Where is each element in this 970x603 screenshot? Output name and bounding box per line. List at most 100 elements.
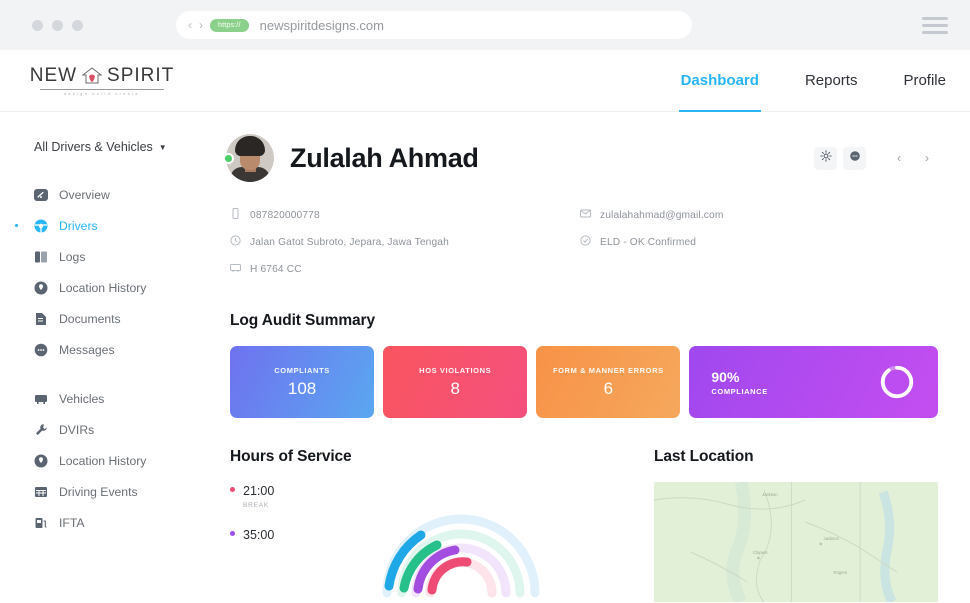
wrench-icon	[34, 423, 48, 437]
avatar[interactable]	[223, 134, 274, 182]
svg-text:Clopers: Clopers	[753, 550, 768, 555]
svg-text:Jackson: Jackson	[823, 536, 839, 541]
forward-icon[interactable]: ›	[199, 19, 203, 31]
meta-value: 087820000778	[250, 209, 320, 221]
meta-phone: 087820000778	[230, 208, 580, 222]
sidebar-item-location-history[interactable]: Location History	[34, 275, 218, 300]
sidebar-item-drivers[interactable]: Drivers	[15, 213, 218, 238]
meta-value: zulalahahmad@gmail.com	[600, 209, 724, 221]
sidebar-item-overview[interactable]: Overview	[34, 182, 218, 207]
sidebar-item-label: Documents	[59, 311, 121, 326]
next-button[interactable]: ›	[916, 147, 938, 169]
truck-icon	[34, 392, 48, 406]
legend-label: BREAK	[243, 502, 270, 509]
page-title: Zulalah Ahmad	[290, 142, 479, 173]
sidebar-item-label: Overview	[59, 187, 110, 202]
sidebar-item-label: Drivers	[59, 218, 98, 233]
card-hos-violations[interactable]: HOS VIOLATIONS 8	[383, 346, 528, 418]
logo[interactable]: NEW SPIRIT design build create	[30, 65, 174, 96]
meta-eld-status: ELD - OK Confirmed	[580, 235, 938, 249]
sidebar-item-label: DVIRs	[59, 422, 95, 437]
last-location-panel: Last Location Jackson Clopers Jackson Ro…	[654, 448, 938, 602]
meta-address: Jalan Gatot Subroto, Jepara, Jawa Tengah	[230, 235, 580, 249]
gear-icon	[819, 149, 832, 167]
sidebar-item-location-history-2[interactable]: Location History	[34, 448, 218, 473]
profile-meta: 087820000778 zulalahahmad@gmail.com Jala…	[226, 208, 938, 276]
top-navigation: Dashboard Reports Profile	[678, 50, 946, 112]
https-badge: https://	[210, 18, 249, 32]
last-location-title: Last Location	[654, 448, 754, 465]
window-maximize-dot[interactable]	[72, 19, 83, 31]
tab-dashboard[interactable]: Dashboard	[678, 50, 762, 112]
sidebar-item-ifta[interactable]: IFTA	[34, 510, 218, 535]
meta-email: zulalahahmad@gmail.com	[580, 208, 938, 222]
compliance-donut-chart	[878, 363, 916, 401]
chevron-down-icon: ▼	[158, 142, 167, 152]
back-icon[interactable]: ‹	[188, 19, 192, 31]
card-value: 6	[603, 378, 614, 398]
window-close-dot[interactable]	[32, 19, 43, 31]
window-controls[interactable]	[32, 19, 83, 31]
gauge-icon	[34, 188, 48, 202]
legend-dot	[230, 487, 235, 492]
sidebar: All Drivers & Vehicles ▼ Overview Driver…	[0, 112, 218, 550]
hours-of-service-panel: Hours of Service 21:00 BREAK 35:00	[230, 448, 620, 602]
sidebar-item-logs[interactable]: Logs	[34, 244, 218, 269]
address-bar[interactable]: ‹ › https:// newspiritdesigns.com	[176, 11, 692, 39]
sidebar-group-secondary: Vehicles DVIRs Location History Driving …	[34, 386, 218, 535]
message-button[interactable]	[843, 146, 866, 170]
legend-dot	[230, 531, 235, 536]
meta-value: Jalan Gatot Subroto, Jepara, Jawa Tengah	[250, 236, 449, 248]
menu-icon[interactable]	[922, 16, 948, 34]
sidebar-item-dvirs[interactable]: DVIRs	[34, 417, 218, 442]
calendar-icon	[34, 485, 48, 499]
legend-time: 21:00	[243, 484, 275, 498]
house-icon	[81, 67, 103, 85]
audit-cards: COMPLIANTS 108 HOS VIOLATIONS 8 FORM & M…	[226, 346, 939, 418]
tab-reports[interactable]: Reports	[805, 50, 858, 111]
chat-bubble-icon	[849, 149, 861, 167]
sidebar-item-label: Messages	[59, 342, 115, 357]
sidebar-item-label: Logs	[59, 249, 86, 264]
url-text[interactable]: newspiritdesigns.com	[260, 18, 384, 33]
logo-word-right: SPIRIT	[107, 65, 175, 87]
logo-tagline: design build create	[64, 91, 140, 96]
meta-value: ELD - OK Confirmed	[600, 236, 697, 248]
map-pin-icon	[34, 454, 48, 468]
audit-section-title: Log Audit Summary	[230, 312, 375, 329]
sidebar-item-driving-events[interactable]: Driving Events	[34, 479, 218, 504]
compliance-percent: 90%	[711, 368, 740, 385]
legend-time: 35:00	[243, 528, 275, 542]
prev-button[interactable]: ‹	[888, 147, 910, 169]
sidebar-item-messages[interactable]: Messages	[34, 337, 218, 362]
truck-icon	[230, 262, 241, 276]
map-view[interactable]: Jackson Clopers Jackson Rogers	[654, 482, 938, 602]
meta-vehicle-plate: H 6764 CC	[230, 262, 580, 276]
card-form-manner-errors[interactable]: FORM & MANNER ERRORS 6	[536, 346, 681, 418]
main-content: Zulalah Ahmad ‹ › 087820000778 zulalahah…	[218, 112, 970, 602]
mail-icon	[580, 208, 591, 222]
settings-button[interactable]	[814, 146, 837, 170]
drivers-vehicles-selector[interactable]: All Drivers & Vehicles ▼	[34, 140, 218, 154]
profile-actions: ‹ ›	[814, 146, 938, 170]
page-body: All Drivers & Vehicles ▼ Overview Driver…	[0, 112, 970, 602]
logo-divider	[40, 89, 164, 91]
bottom-section: Hours of Service 21:00 BREAK 35:00 Last …	[226, 448, 938, 602]
sidebar-item-vehicles[interactable]: Vehicles	[34, 386, 218, 411]
logo-word-left: NEW	[29, 65, 78, 87]
book-icon	[34, 250, 48, 264]
hos-title: Hours of Service	[230, 448, 352, 465]
compliance-label: COMPLIANCE	[711, 386, 768, 396]
tab-profile[interactable]: Profile	[903, 50, 946, 111]
phone-icon	[230, 208, 241, 222]
map-pin-icon	[34, 281, 48, 295]
sidebar-item-documents[interactable]: Documents	[34, 306, 218, 331]
clock-icon	[230, 235, 241, 249]
card-compliance[interactable]: 90% COMPLIANCE	[689, 346, 939, 418]
card-label: COMPLIANTS	[274, 365, 330, 375]
card-compliants[interactable]: COMPLIANTS 108	[230, 346, 375, 418]
pagination-controls: ‹ ›	[888, 147, 938, 169]
svg-text:Jackson: Jackson	[762, 492, 778, 497]
fuel-pump-icon	[34, 516, 48, 530]
window-minimize-dot[interactable]	[52, 19, 63, 31]
